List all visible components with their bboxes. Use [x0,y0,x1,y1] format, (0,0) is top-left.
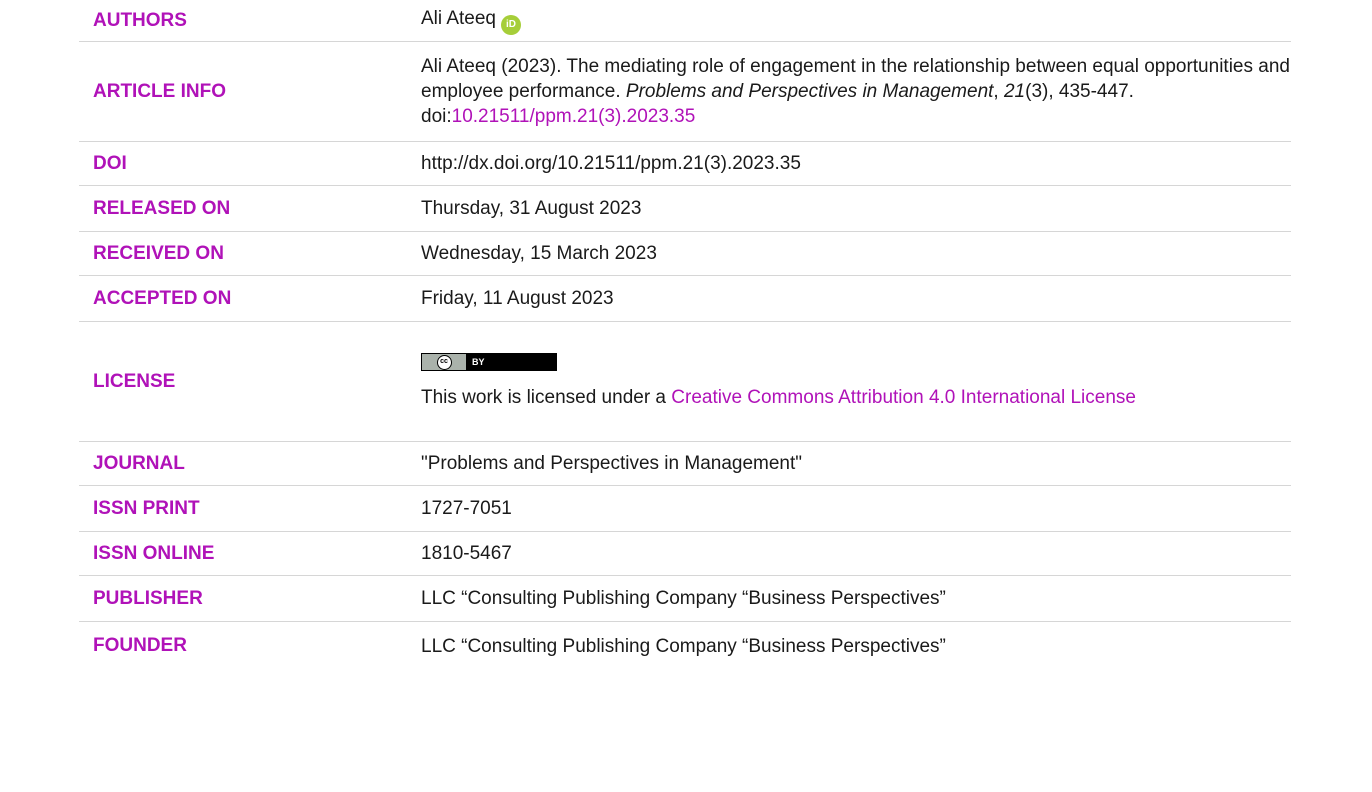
article-info-table: AUTHORS Ali Ateeq iD ARTICLE INFO Ali Ate… [79,0,1291,670]
license-link[interactable]: Creative Commons Attribution 4.0 Interna… [671,387,1136,408]
label-released-on: RELEASED ON [93,197,231,219]
cc-by-label: BY [466,354,556,370]
row-doi: DOI http://dx.doi.org/10.21511/ppm.21(3)… [79,142,1291,186]
row-founder: FOUNDER LLC “Consulting Publishing Compa… [79,622,1291,670]
cc-icon: cc [436,354,452,370]
row-license: LICENSE cc BY This work is licensed unde… [79,322,1291,442]
label-issn-print: ISSN PRINT [93,497,200,519]
row-journal: JOURNAL "Problems and Perspectives in Ma… [79,442,1291,486]
value-founder: LLC “Consulting Publishing Company “Busi… [421,635,946,657]
row-authors: AUTHORS Ali Ateeq iD [79,0,1291,42]
value-issn-online: 1810-5467 [421,543,512,564]
cc-badge-left: cc [422,354,466,370]
label-founder: FOUNDER [93,635,187,656]
value-citation: Ali Ateeq (2023). The mediating role of … [421,54,1291,129]
citation-separator: , [993,81,1004,102]
value-authors: Ali Ateeq iD [421,6,1291,35]
value-publisher: LLC “Consulting Publishing Company “Busi… [421,588,946,609]
label-journal: JOURNAL [93,452,185,474]
value-journal: "Problems and Perspectives in Management… [421,453,803,474]
cc-by-badge[interactable]: cc BY [421,353,557,371]
label-article-info: ARTICLE INFO [93,80,226,102]
row-released-on: RELEASED ON Thursday, 31 August 2023 [79,186,1291,232]
citation-volume: 21 [1003,81,1026,102]
row-issn-online: ISSN ONLINE 1810-5467 [79,532,1291,576]
label-publisher: PUBLISHER [93,587,203,609]
value-received-on: Wednesday, 15 March 2023 [421,243,657,264]
citation-journal: Problems and Perspectives in Management [625,81,994,102]
value-doi: http://dx.doi.org/10.21511/ppm.21(3).202… [421,153,801,174]
row-article-info: ARTICLE INFO Ali Ateeq (2023). The media… [79,42,1291,142]
orcid-icon[interactable]: iD [501,15,521,35]
value-released-on: Thursday, 31 August 2023 [421,198,642,219]
row-issn-print: ISSN PRINT 1727-7051 [79,486,1291,532]
label-issn-online: ISSN ONLINE [93,542,215,564]
row-received-on: RECEIVED ON Wednesday, 15 March 2023 [79,232,1291,276]
label-license: LICENSE [93,370,176,392]
label-authors: AUTHORS [93,9,187,31]
label-doi: DOI [93,152,127,174]
label-accepted-on: ACCEPTED ON [93,287,232,309]
value-accepted-on: Friday, 11 August 2023 [421,288,614,309]
row-publisher: PUBLISHER LLC “Consulting Publishing Com… [79,576,1291,622]
license-text: This work is licensed under a [421,387,672,408]
label-received-on: RECEIVED ON [93,242,224,264]
row-accepted-on: ACCEPTED ON Friday, 11 August 2023 [79,276,1291,322]
author-name: Ali Ateeq [421,8,496,29]
value-license: cc BY This work is licensed under a Crea… [421,353,1291,410]
value-issn-print: 1727-7051 [421,498,512,519]
citation-doi-link[interactable]: 10.21511/ppm.21(3).2023.35 [452,106,696,127]
